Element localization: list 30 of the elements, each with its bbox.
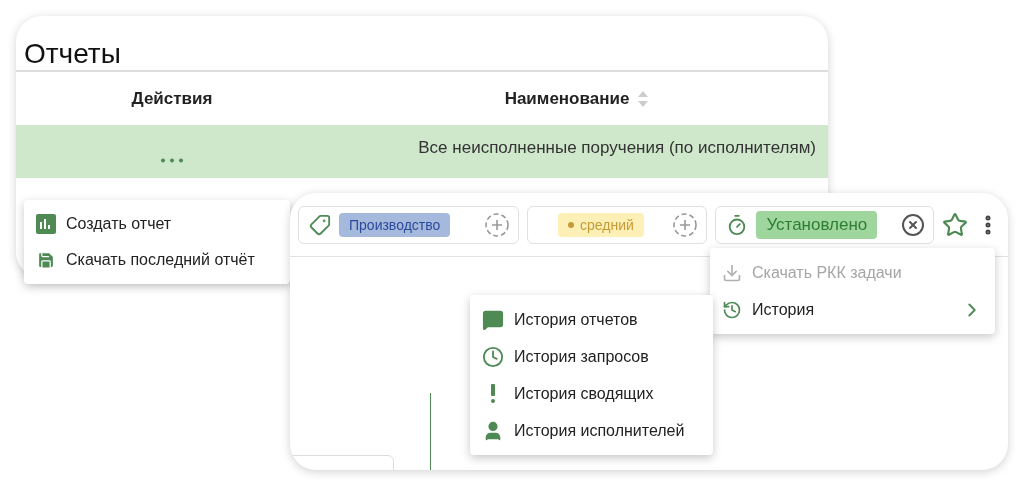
comment-icon (482, 308, 504, 331)
dot-icon (568, 221, 575, 228)
status-badge: Установлено (756, 210, 878, 239)
menu-item[interactable]: История сводящих (470, 375, 713, 412)
page-title: Отчеты (23, 37, 122, 70)
menu-item[interactable]: История запросов (470, 338, 713, 375)
exclamation-icon (491, 384, 495, 403)
category-chip[interactable]: Производство (298, 205, 519, 244)
star-icon[interactable] (942, 211, 968, 238)
menu-item[interactable]: Скачать последний отчёт (24, 242, 290, 278)
priority-badge: средний (558, 212, 644, 237)
bar-chart-icon (36, 214, 56, 234)
download-icon (722, 262, 742, 283)
clock-icon (482, 345, 504, 368)
column-header: Наименование (504, 88, 630, 109)
menu-item[interactable]: История исполнителей (470, 412, 713, 449)
clear-icon[interactable] (901, 212, 925, 237)
add-icon[interactable] (672, 211, 699, 238)
save-icon (36, 250, 56, 270)
report-name: Все неисполненные поручения (по исполнителям) (418, 137, 817, 158)
table-row[interactable]: Все неисполненные поручения (по исполнителям) (16, 125, 828, 178)
more-icon[interactable] (160, 158, 184, 163)
add-icon[interactable] (483, 211, 510, 238)
category-badge: Производство (339, 212, 451, 237)
column-header: Действия (131, 88, 213, 109)
tag-icon (309, 213, 331, 236)
history-icon (722, 299, 742, 320)
menu-item[interactable]: История отчетов (470, 301, 713, 338)
menu-item[interactable]: Создать отчет (24, 206, 290, 242)
menu-item[interactable]: История (710, 291, 995, 328)
